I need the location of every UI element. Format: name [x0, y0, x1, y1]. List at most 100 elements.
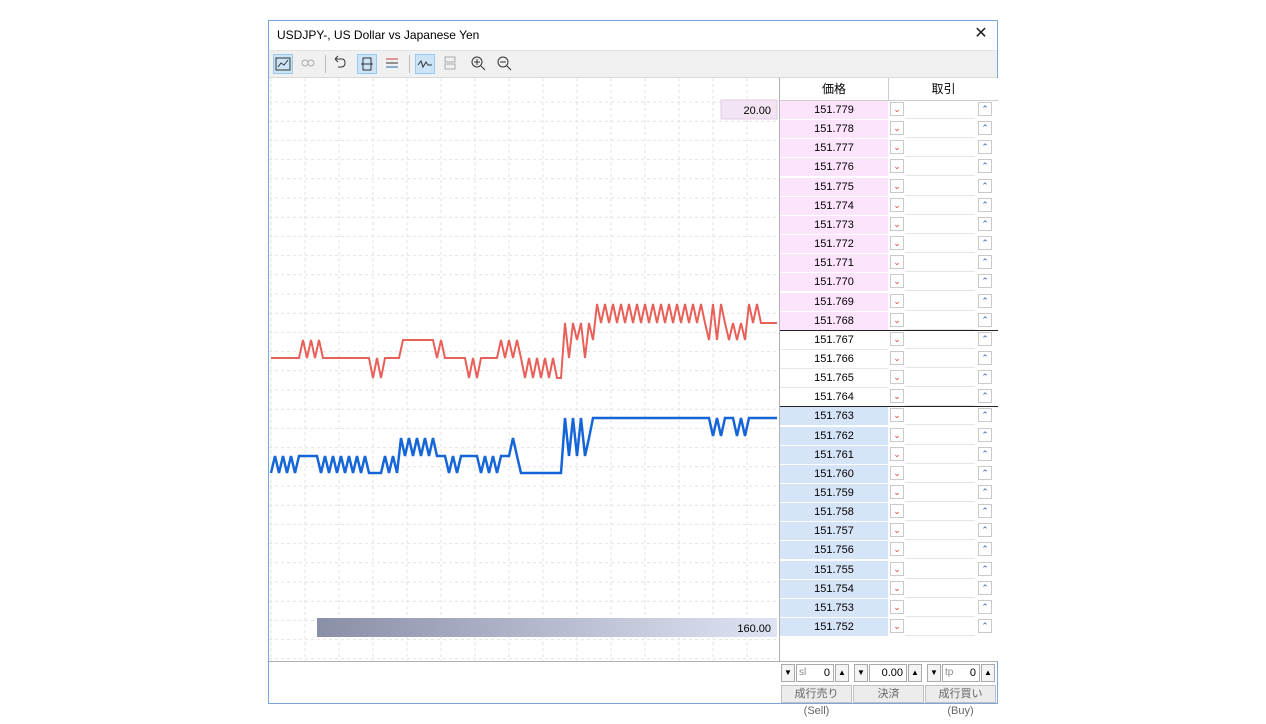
sell-limit-button[interactable]: ⌄ [890, 197, 904, 212]
buy-limit-button[interactable]: ⌃ [978, 389, 992, 404]
sell-limit-button[interactable]: ⌄ [890, 427, 904, 442]
buy-limit-button[interactable]: ⌃ [978, 542, 992, 557]
tick-chart-button[interactable] [415, 54, 435, 74]
sell-limit-button[interactable]: ⌄ [890, 408, 904, 423]
buy-limit-button[interactable]: ⌃ [978, 159, 992, 174]
objects-button[interactable] [299, 54, 319, 74]
buy-limit-button[interactable]: ⌃ [978, 140, 992, 155]
buy-limit-button[interactable]: ⌃ [978, 446, 992, 461]
trade-cell-line [905, 366, 975, 368]
sell-limit-button[interactable]: ⌄ [890, 140, 904, 155]
center-price-button[interactable] [357, 54, 377, 74]
title-bar[interactable]: USDJPY-, US Dollar vs Japanese Yen ✕ [269, 21, 997, 49]
buy-limit-button[interactable]: ⌃ [978, 523, 992, 538]
levels-button[interactable] [383, 54, 403, 74]
chart-button[interactable] [273, 54, 293, 74]
zoom-out-button[interactable] [495, 54, 515, 74]
sell-limit-button[interactable]: ⌄ [890, 389, 904, 404]
sell-limit-button[interactable]: ⌄ [890, 293, 904, 308]
sl-increase-button[interactable]: ▲ [835, 664, 849, 682]
sell-limit-button[interactable]: ⌄ [890, 542, 904, 557]
sell-limit-button[interactable]: ⌄ [890, 350, 904, 365]
buy-limit-button[interactable]: ⌃ [978, 561, 992, 576]
buy-limit-button[interactable]: ⌃ [978, 350, 992, 365]
sell-limit-button[interactable]: ⌄ [890, 465, 904, 480]
volume-increase-button[interactable]: ▲ [908, 664, 922, 682]
sell-limit-button[interactable]: ⌄ [890, 504, 904, 519]
price-cell: 151.768 [780, 311, 888, 331]
sell-limit-button[interactable]: ⌄ [890, 523, 904, 538]
sell-limit-button[interactable]: ⌄ [890, 370, 904, 385]
sell-limit-button[interactable]: ⌄ [890, 619, 904, 634]
buy-limit-button[interactable]: ⌃ [978, 197, 992, 212]
sell-limit-button[interactable]: ⌄ [890, 446, 904, 461]
sell-limit-button[interactable]: ⌄ [890, 102, 904, 116]
buy-limit-button[interactable]: ⌃ [978, 580, 992, 595]
buy-limit-button[interactable]: ⌃ [978, 408, 992, 423]
sell-button[interactable]: 成行売り(Sell) [781, 685, 852, 717]
sell-limit-button[interactable]: ⌄ [890, 159, 904, 174]
sell-limit-button[interactable]: ⌄ [890, 331, 904, 346]
price-cell: 151.752 [780, 618, 888, 638]
tp-label: tp [945, 667, 954, 678]
buy-limit-button[interactable]: ⌃ [978, 370, 992, 385]
volume-field[interactable]: 0.00 [869, 664, 907, 682]
sell-limit-button[interactable]: ⌄ [890, 312, 904, 327]
buy-limit-button[interactable]: ⌃ [978, 121, 992, 136]
buy-limit-button[interactable]: ⌃ [978, 102, 992, 116]
buy-limit-button[interactable]: ⌃ [978, 236, 992, 251]
auto-scroll-button[interactable] [331, 54, 351, 74]
buy-limit-button[interactable]: ⌃ [978, 274, 992, 289]
sell-limit-button[interactable]: ⌄ [890, 485, 904, 499]
sell-limit-button[interactable]: ⌄ [890, 178, 904, 193]
sell-limit-button[interactable]: ⌄ [890, 274, 904, 289]
window-title: USDJPY-, US Dollar vs Japanese Yen [277, 28, 480, 42]
price-cell: 151.761 [780, 445, 888, 465]
sell-limit-button[interactable]: ⌄ [890, 561, 904, 576]
sell-limit-button[interactable]: ⌄ [890, 599, 904, 614]
trade-cell-line [905, 615, 975, 617]
price-cell: 151.769 [780, 292, 888, 312]
buy-limit-button[interactable]: ⌃ [978, 427, 992, 442]
sell-limit-button[interactable]: ⌄ [890, 255, 904, 270]
zoom-in-button[interactable] [469, 54, 489, 74]
buy-limit-button[interactable]: ⌃ [978, 312, 992, 327]
buy-limit-button[interactable]: ⌃ [978, 465, 992, 480]
tick-chart-area[interactable]: 20.00 160.00 [269, 78, 779, 661]
tp-increase-button[interactable]: ▲ [981, 664, 995, 682]
buy-button[interactable]: 成行買い(Buy) [925, 685, 996, 717]
sl-field[interactable]: sl 0 [796, 664, 834, 682]
one-click-button[interactable] [441, 54, 461, 74]
buy-limit-button[interactable]: ⌃ [978, 178, 992, 193]
sell-limit-button[interactable]: ⌄ [890, 580, 904, 595]
tp-field[interactable]: tp 0 [942, 664, 980, 682]
sell-limit-button[interactable]: ⌄ [890, 236, 904, 251]
trade-cell-line [905, 577, 975, 579]
tp-decrease-button[interactable]: ▼ [927, 664, 941, 682]
trade-cell-line [905, 271, 975, 273]
close-position-button[interactable]: 決済 [853, 685, 924, 703]
trade-cell-line [905, 539, 975, 541]
buy-limit-button[interactable]: ⌃ [978, 255, 992, 270]
price-cell: 151.776 [780, 158, 888, 178]
buy-limit-button[interactable]: ⌃ [978, 504, 992, 519]
sl-decrease-button[interactable]: ▼ [781, 664, 795, 682]
dom-row: 151.774 ⌄ ⌃ [780, 196, 998, 216]
sell-limit-button[interactable]: ⌄ [890, 121, 904, 136]
buy-limit-button[interactable]: ⌃ [978, 293, 992, 308]
dom-row: 151.757 ⌄ ⌃ [780, 522, 998, 542]
trade-cell-line [905, 443, 975, 445]
zoom-in-icon [471, 56, 486, 71]
trade-cell-line [905, 386, 975, 388]
price-cell: 151.754 [780, 579, 888, 599]
toolbar [269, 50, 997, 78]
close-button[interactable]: ✕ [971, 24, 991, 44]
buy-limit-button[interactable]: ⌃ [978, 599, 992, 614]
price-cell: 151.764 [780, 388, 888, 408]
volume-decrease-button[interactable]: ▼ [854, 664, 868, 682]
buy-limit-button[interactable]: ⌃ [978, 216, 992, 231]
sell-limit-button[interactable]: ⌄ [890, 216, 904, 231]
buy-limit-button[interactable]: ⌃ [978, 619, 992, 634]
buy-limit-button[interactable]: ⌃ [978, 331, 992, 346]
buy-limit-button[interactable]: ⌃ [978, 485, 992, 499]
